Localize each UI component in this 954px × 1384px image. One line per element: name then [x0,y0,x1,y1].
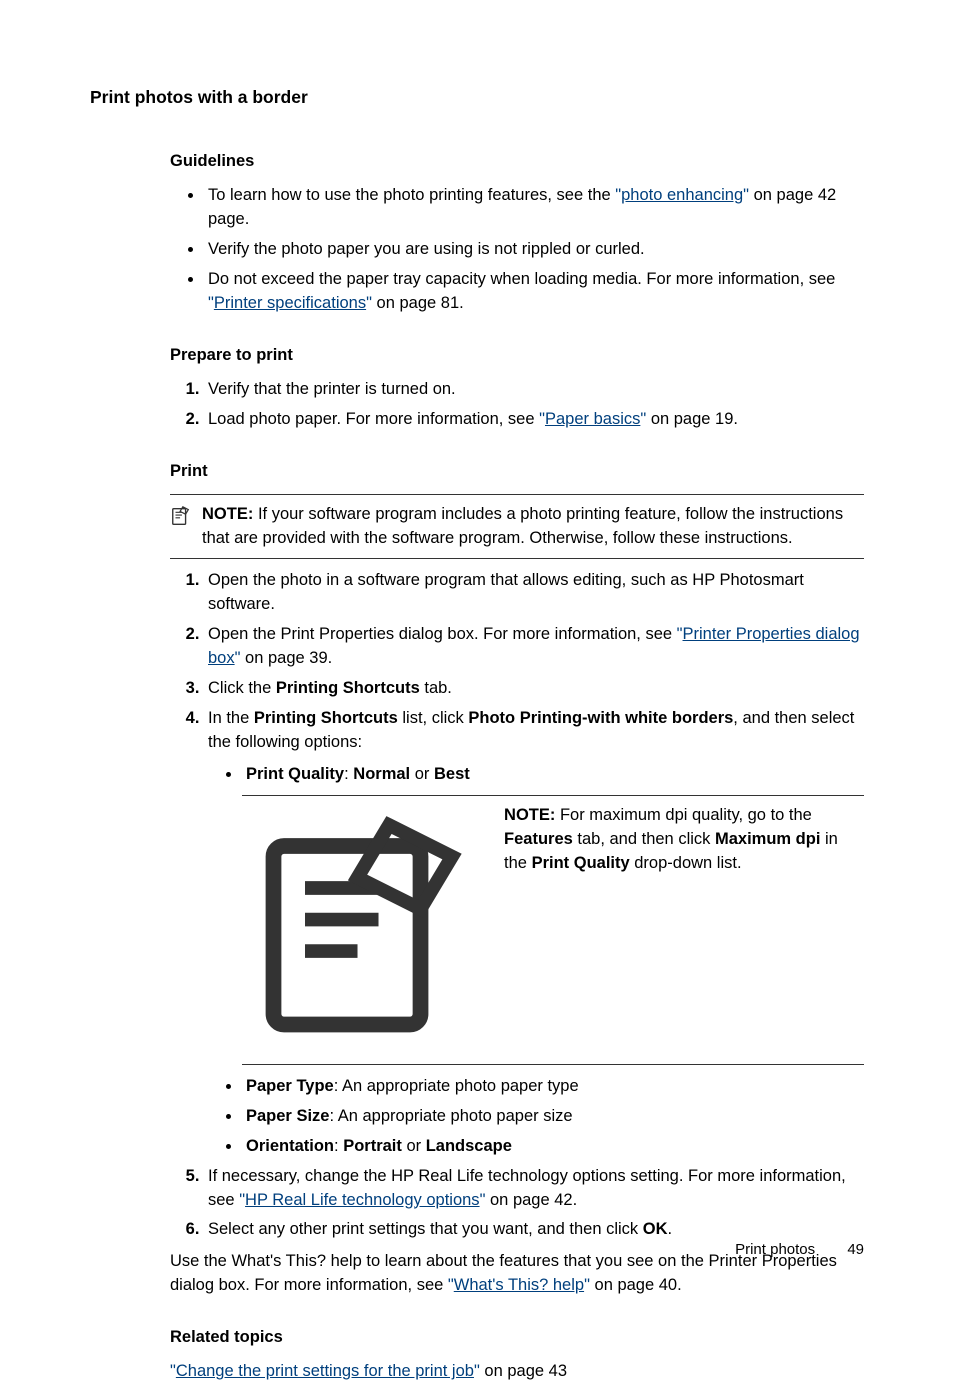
bold-text: Landscape [426,1137,512,1155]
text: Click the [208,679,276,697]
text: on page 19. [646,410,738,428]
text: For maximum dpi quality, go to the [560,806,812,824]
list-item: Paper Type: An appropriate photo paper t… [242,1075,864,1099]
text: . [668,1220,673,1238]
text: list, click [398,709,469,727]
bold-text: Print Quality [246,765,344,783]
list-item: Open the Print Properties dialog box. Fo… [204,623,864,671]
guidelines-list: To learn how to use the photo printing f… [170,184,864,316]
bold-text: Photo Printing-with white borders [468,709,733,727]
change-print-settings-link[interactable]: Change the print settings for the print … [176,1362,474,1380]
text: Open the Print Properties dialog box. Fo… [208,625,677,643]
note-body: NOTE: For maximum dpi quality, go to the… [504,804,864,1056]
list-item: Orientation: Portrait or Landscape [242,1135,864,1159]
prepare-heading: Prepare to print [170,344,864,368]
footer-page-number: 49 [847,1241,864,1258]
bold-text: Features [504,830,573,848]
bold-text: Paper Type [246,1077,334,1095]
options-list-continued: Paper Type: An appropriate photo paper t… [208,1075,864,1159]
list-item: Load photo paper. For more information, … [204,408,864,432]
text: on page 39. [240,649,332,667]
text: Do not exceed the paper tray capacity wh… [208,270,835,288]
related-heading: Related topics [170,1326,864,1350]
bold-text: Paper Size [246,1107,329,1125]
text: : [334,1137,343,1155]
list-item: Verify the photo paper you are using is … [204,238,864,262]
text: : An appropriate photo paper size [329,1107,572,1125]
bold-text: Orientation [246,1137,334,1155]
text: on page 43 [480,1362,567,1380]
text: or [410,765,434,783]
text: drop-down list. [630,854,742,872]
text: : An appropriate photo paper type [334,1077,579,1095]
list-item: Verify that the printer is turned on. [204,378,864,402]
text: tab, and then click [573,830,715,848]
text: tab. [420,679,452,697]
inner-note-box: NOTE: For maximum dpi quality, go to the… [242,795,864,1065]
page-footer: Print photos 49 [735,1239,864,1261]
note-icon [170,505,192,527]
list-item: Print Quality: Normal or Best [242,763,864,787]
printer-specifications-link[interactable]: Printer specifications [214,294,366,312]
text: on page 42. [485,1191,577,1209]
bold-text: Maximum dpi [715,830,820,848]
bold-text: Printing Shortcuts [254,709,398,727]
list-item: Click the Printing Shortcuts tab. [204,677,864,701]
note-label: NOTE: [504,806,555,824]
paper-basics-link[interactable]: Paper basics [545,410,640,428]
bold-text: Normal [353,765,410,783]
list-item: Paper Size: An appropriate photo paper s… [242,1105,864,1129]
guidelines-heading: Guidelines [170,150,864,174]
text: : [344,765,353,783]
note-body: NOTE: If your software program includes … [202,503,864,551]
note-box: NOTE: If your software program includes … [170,494,864,560]
options-list: Print Quality: Normal or Best [208,763,864,787]
list-item: Open the photo in a software program tha… [204,569,864,617]
text: on page 40. [590,1276,682,1294]
text: Verify that the printer is turned on. [208,380,456,398]
note-text: If your software program includes a phot… [202,505,843,547]
print-steps: Open the photo in a software program tha… [170,569,864,1242]
text: In the [208,709,254,727]
related-link-line: "Change the print settings for the print… [170,1360,864,1384]
text: Load photo paper. For more information, … [208,410,539,428]
footer-section: Print photos [735,1241,815,1258]
hp-real-life-link[interactable]: HP Real Life technology options [245,1191,480,1209]
bold-text: Portrait [343,1137,402,1155]
bold-text: OK [643,1220,668,1238]
list-item: In the Printing Shortcuts list, click Ph… [204,707,864,1159]
whats-this-help-link[interactable]: What's This? help [454,1276,584,1294]
related-topics: Related topics "Change the print setting… [170,1326,864,1384]
text: or [402,1137,426,1155]
bold-text: Print Quality [532,854,630,872]
bold-text: Best [434,765,470,783]
text: To learn how to use the photo printing f… [208,186,615,204]
photo-enhancing-link[interactable]: photo enhancing [621,186,743,204]
note-label: NOTE: [202,505,253,523]
list-item: Do not exceed the paper tray capacity wh… [204,268,864,316]
bold-text: Printing Shortcuts [276,679,420,697]
main-content: Guidelines To learn how to use the photo… [90,150,864,1384]
text: Select any other print settings that you… [208,1220,643,1238]
prepare-steps: Verify that the printer is turned on. Lo… [170,378,864,432]
list-item: If necessary, change the HP Real Life te… [204,1165,864,1213]
text: Open the photo in a software program tha… [208,571,804,613]
page-title: Print photos with a border [90,85,864,110]
print-heading: Print [170,460,864,484]
text: on page 81. [372,294,464,312]
list-item: To learn how to use the photo printing f… [204,184,864,232]
note-icon [242,804,494,1056]
